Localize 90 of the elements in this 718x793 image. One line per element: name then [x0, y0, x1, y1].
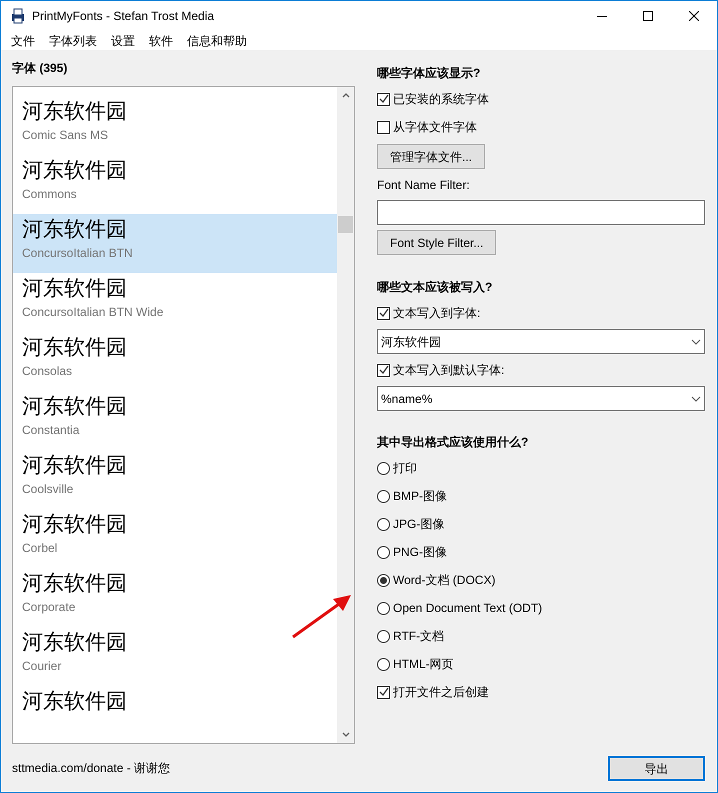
font-list-item[interactable]: 河东软件园 Comic Sans MS: [13, 96, 337, 155]
font-name: Courier: [22, 658, 62, 675]
dropdown[interactable]: 河东软件园: [377, 329, 705, 354]
section-heading: 哪些文本应该被写入?: [377, 278, 492, 296]
menu-item[interactable]: 设置: [104, 32, 142, 50]
checkbox[interactable]: [377, 92, 390, 106]
section-heading: 其中导出格式应该使用什么?: [377, 434, 528, 450]
chevron-down-icon: [691, 396, 701, 402]
section-heading: 哪些字体应该显示?: [377, 64, 480, 82]
scroll-up-icon: [342, 93, 350, 98]
checkmark-icon: [378, 365, 388, 375]
font-list-item[interactable]: 河东软件园 Corporate: [13, 568, 337, 627]
font-list-item[interactable]: 河东软件园 Constantia: [13, 391, 337, 450]
font-sample: 河东软件园: [22, 275, 128, 302]
font-sample: 河东软件园: [22, 216, 128, 243]
list-heading: 字体 (395): [12, 60, 68, 77]
font-list-item[interactable]: 河东软件园 Courier: [13, 627, 337, 686]
checkbox[interactable]: [377, 306, 390, 320]
checkbox-label: 文本写入到默认字体:: [393, 362, 504, 379]
menu-item[interactable]: 文件: [4, 32, 42, 50]
maximize-icon: [643, 11, 653, 21]
dropdown[interactable]: %name%: [377, 386, 705, 411]
font-list-item[interactable]: 河东软件园 ConcursoItalian BTN: [13, 214, 337, 273]
radio-label: PNG-图像: [393, 544, 447, 561]
radio-label: JPG-图像: [393, 516, 444, 533]
radio-button[interactable]: [377, 546, 390, 558]
scroll-down-icon: [342, 732, 350, 737]
close-icon: [689, 11, 699, 21]
font-name: Consolas: [22, 363, 74, 380]
radio-button[interactable]: [377, 602, 390, 614]
font-sample: 河东软件园: [22, 334, 128, 361]
font-name: Corbel: [22, 540, 58, 557]
font-name: ConcursoItalian BTN: [22, 245, 134, 262]
button[interactable]: 管理字体文件...: [377, 144, 486, 169]
radio-label: Word-文档 (DOCX): [393, 572, 496, 589]
font-sample: 河东软件园: [22, 629, 128, 656]
radio-button[interactable]: [377, 490, 390, 502]
font-name: Corporate: [22, 599, 76, 616]
menu-item[interactable]: 信息和帮助: [180, 32, 254, 50]
checkbox-label: 从字体文件字体: [393, 119, 477, 136]
checkbox[interactable]: [377, 364, 390, 376]
radio-label: Open Document Text (ODT): [393, 600, 542, 617]
scrollbar-thumb[interactable]: [338, 216, 353, 233]
checkmark-icon: [378, 308, 388, 318]
menu-item[interactable]: 字体列表: [42, 32, 104, 50]
font-name: Comic Sans MS: [22, 127, 110, 144]
font-list-item[interactable]: 河东软件园 Commons: [13, 155, 337, 214]
checkmark-icon: [378, 94, 388, 104]
font-list-item[interactable]: 河东软件园 Coolsville: [13, 450, 337, 509]
radio-button[interactable]: [377, 630, 390, 642]
font-list-item[interactable]: 河东软件园 Consolas: [13, 332, 337, 391]
radio-label: 打印: [393, 460, 417, 477]
button[interactable]: Font Style Filter...: [377, 230, 496, 255]
font-name: Commons: [22, 186, 78, 203]
radio-button[interactable]: [377, 462, 390, 474]
export-button[interactable]: 导出: [608, 756, 705, 781]
font-list-item[interactable]: 河东软件园 ConcursoItalian BTN Wide: [13, 273, 337, 332]
font-list-item[interactable]: 河东软件园: [13, 686, 337, 743]
font-sample: 河东软件园: [22, 570, 128, 597]
donate-text: sttmedia.com/donate - 谢谢您: [12, 760, 170, 777]
radio-button[interactable]: [377, 518, 390, 530]
font-sample: 河东软件园: [22, 511, 128, 538]
radio-label: BMP-图像: [393, 488, 447, 505]
window-title: PrintMyFonts - Stefan Trost Media: [32, 8, 216, 25]
checkmark-icon: [378, 687, 388, 697]
font-sample: 河东软件园: [22, 393, 128, 420]
printer-logo-icon: [10, 8, 26, 24]
radio-label: HTML-网页: [393, 656, 454, 673]
checkbox-label: 文本写入到字体:: [393, 305, 480, 322]
font-sample: 河东软件园: [22, 98, 128, 125]
chevron-down-icon: [691, 338, 701, 344]
scrollbar[interactable]: [337, 87, 354, 743]
radio-button[interactable]: [377, 658, 390, 670]
checkbox-label: 已安装的系统字体: [393, 91, 489, 108]
checkbox[interactable]: [377, 686, 390, 698]
checkbox-label: 打开文件之后创建: [393, 684, 489, 701]
font-list-item[interactable]: 河东软件园 Corbel: [13, 509, 337, 568]
font-sample: 河东软件园: [22, 452, 128, 479]
radio-label: RTF-文档: [393, 628, 444, 645]
checkbox[interactable]: [377, 120, 390, 134]
menu-item[interactable]: 软件: [142, 32, 180, 50]
font-sample: 河东软件园: [22, 157, 128, 184]
pointer-arrow: [291, 593, 353, 639]
font-name: Coolsville: [22, 481, 74, 498]
input-field[interactable]: [377, 200, 705, 225]
font-sample: 河东软件园: [22, 688, 128, 715]
font-name: ConcursoItalian BTN Wide: [22, 304, 164, 321]
font-name: Constantia: [22, 422, 80, 439]
field-label: Font Name Filter:: [377, 177, 470, 194]
radio-button[interactable]: [377, 574, 390, 586]
